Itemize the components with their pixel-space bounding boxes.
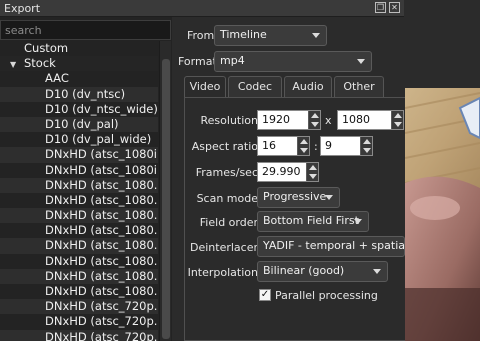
spin-down-icon[interactable] <box>300 148 308 153</box>
spin-down-icon[interactable] <box>363 148 371 153</box>
preset-item[interactable]: DNxHD (atsc_1080i... <box>0 163 158 178</box>
deinterlacer-label: Deinterlacer <box>189 241 258 254</box>
fps-label: Frames/sec <box>195 166 258 179</box>
spin-arrows[interactable] <box>360 137 372 155</box>
resolution-separator: x <box>325 114 332 127</box>
window-title: Export <box>4 2 41 15</box>
tree-scrollbar[interactable] <box>159 41 171 341</box>
resolution-width-spinbox[interactable]: 1920 <box>257 110 321 130</box>
format-value: mp4 <box>220 54 245 67</box>
expand-arrow-icon[interactable]: ▼ <box>10 57 24 71</box>
parallel-processing-checkbox[interactable]: ✓ <box>259 289 271 301</box>
search-input[interactable]: search <box>0 20 171 40</box>
resolution-width-value: 1920 <box>262 113 290 126</box>
tab-codec[interactable]: Codec <box>228 76 282 98</box>
spin-up-icon[interactable] <box>394 113 402 118</box>
aspect-den-spinbox[interactable]: 9 <box>320 136 373 156</box>
fps-value: 29.990 <box>262 165 301 178</box>
spin-arrows[interactable] <box>308 111 320 129</box>
tab-other[interactable]: Other <box>334 76 384 98</box>
preset-item[interactable]: DNxHD (atsc_1080... <box>0 177 158 193</box>
chevron-down-icon <box>312 33 320 38</box>
field-order-label: Field order <box>199 216 258 229</box>
aspect-ratio-label: Aspect ratio <box>191 140 258 153</box>
preset-item[interactable]: DNxHD (atsc_1080... <box>0 208 158 224</box>
scan-mode-combo[interactable]: Progressive <box>257 187 340 208</box>
deinterlacer-combo[interactable]: YADIF - temporal + spatial <box>257 236 405 257</box>
tree-category-label: Stock <box>24 56 56 71</box>
chevron-down-icon <box>373 269 381 274</box>
aspect-separator: : <box>314 140 318 153</box>
fps-spinbox[interactable]: 29.990 <box>257 162 319 182</box>
field-order-value: Bottom Field First <box>263 214 359 227</box>
presets-panel: search Custom ▼ Stock AAC D10 (dv_ntsc) D… <box>0 17 172 341</box>
scan-mode-value: Progressive <box>263 190 327 203</box>
preset-item[interactable]: DNxHD (atsc_1080... <box>0 268 158 284</box>
preset-item[interactable]: D10 (dv_ntsc) <box>0 86 158 102</box>
aspect-num-value: 16 <box>262 139 276 152</box>
chevron-down-icon <box>325 195 333 200</box>
chevron-down-icon <box>354 219 362 224</box>
spin-arrows[interactable] <box>297 137 309 155</box>
tree-category-label: Custom <box>24 41 69 55</box>
preset-item[interactable]: D10 (dv_pal) <box>0 116 158 133</box>
field-order-combo[interactable]: Bottom Field First <box>257 211 369 232</box>
preset-item[interactable]: DNxHD (atsc_720p... <box>0 299 158 315</box>
format-label: Format <box>178 55 217 68</box>
preset-item[interactable]: DNxHD (atsc_1080i... <box>0 147 158 163</box>
interpolation-combo[interactable]: Bilinear (good) <box>257 261 388 282</box>
from-value: Timeline <box>220 28 267 41</box>
preset-item[interactable]: DNxHD (atsc_1080... <box>0 238 158 254</box>
preset-item[interactable]: DNxHD (atsc_1080... <box>0 254 158 269</box>
preset-tree[interactable]: Custom ▼ Stock AAC D10 (dv_ntsc) D10 (dv_… <box>0 41 158 341</box>
aspect-den-value: 9 <box>325 139 332 152</box>
spin-up-icon[interactable] <box>300 139 308 144</box>
scan-mode-label: Scan mode <box>196 192 258 205</box>
format-combo[interactable]: mp4 <box>214 51 372 72</box>
spin-up-icon[interactable] <box>309 165 317 170</box>
from-label: From <box>187 29 215 42</box>
preset-item[interactable]: DNxHD (atsc_1080... <box>0 193 158 208</box>
preset-item[interactable]: DNxHD (atsc_720p... <box>0 329 158 341</box>
deinterlacer-value: YADIF - temporal + spatial <box>263 239 405 252</box>
chevron-down-icon <box>357 59 365 64</box>
tree-category-custom[interactable]: Custom <box>0 41 158 56</box>
spin-down-icon[interactable] <box>311 122 319 127</box>
video-preview-image <box>405 88 480 341</box>
spin-up-icon[interactable] <box>363 139 371 144</box>
dock-title-bar: Export ❐ ✕ <box>0 0 404 17</box>
resolution-label: Resolution <box>200 114 258 127</box>
spin-up-icon[interactable] <box>311 113 319 118</box>
parallel-processing-label: Parallel processing <box>275 289 378 302</box>
interpolation-value: Bilinear (good) <box>263 264 345 277</box>
tree-category-stock[interactable]: ▼ Stock <box>0 56 158 72</box>
spin-down-icon[interactable] <box>394 122 402 127</box>
float-icon[interactable]: ❐ <box>375 2 386 13</box>
spin-down-icon[interactable] <box>309 174 317 179</box>
resolution-height-spinbox[interactable]: 1080 <box>337 110 404 130</box>
preset-item[interactable]: D10 (dv_pal_wide) <box>0 132 158 147</box>
scrollbar-thumb[interactable] <box>162 59 170 339</box>
preset-item[interactable]: D10 (dv_ntsc_wide) <box>0 102 158 117</box>
aspect-num-spinbox[interactable]: 16 <box>257 136 310 156</box>
tab-audio[interactable]: Audio <box>284 76 332 98</box>
from-combo[interactable]: Timeline <box>214 25 327 46</box>
interpolation-label: Interpolation <box>187 266 258 279</box>
close-icon[interactable]: ✕ <box>389 2 400 13</box>
spin-arrows[interactable] <box>391 111 403 129</box>
tab-video[interactable]: Video <box>184 76 226 99</box>
resolution-height-value: 1080 <box>342 113 370 126</box>
preset-item[interactable]: DNxHD (atsc_1080... <box>0 223 158 238</box>
spin-arrows[interactable] <box>306 163 318 181</box>
preset-item[interactable]: DNxHD (atsc_720p... <box>0 314 158 329</box>
preset-item[interactable]: AAC <box>0 71 158 86</box>
preset-item[interactable]: DNxHD (atsc_1080... <box>0 284 158 299</box>
